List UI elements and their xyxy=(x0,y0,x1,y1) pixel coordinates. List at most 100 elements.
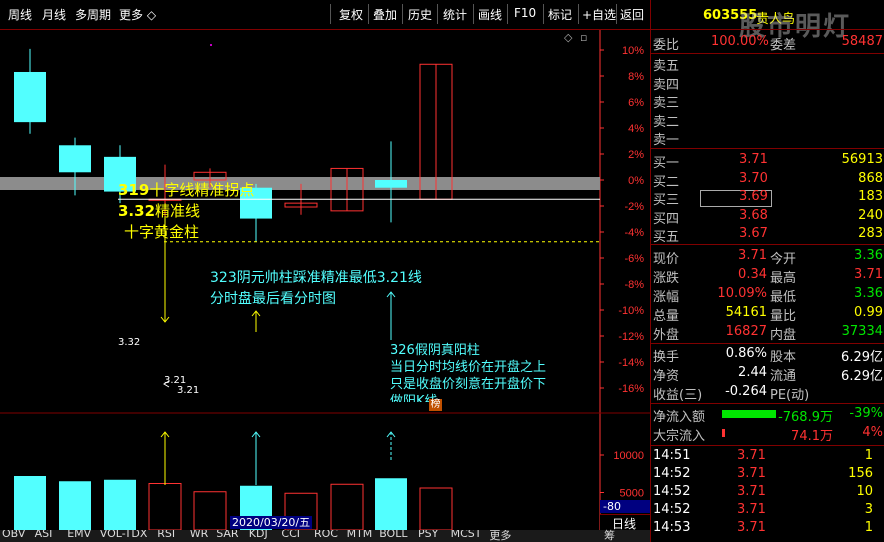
restore-rights-button[interactable]: 复权 xyxy=(339,6,363,23)
sell-level[interactable]: 卖二 xyxy=(651,111,884,130)
volume-bar xyxy=(193,491,227,531)
draw-line-button[interactable]: 画线 xyxy=(478,6,502,23)
buy-label: 买三 xyxy=(653,193,680,208)
indicator-tab[interactable]: EMV xyxy=(67,530,91,540)
rank-badge[interactable]: 榜 xyxy=(429,399,442,411)
sell-level[interactable]: 卖五 xyxy=(651,55,884,74)
indicator-tab[interactable]: RSI xyxy=(157,530,175,540)
stat-row[interactable]: 涨跌 0.34 最高 3.71 xyxy=(651,267,884,286)
tick-row[interactable]: 14:52 3.71 156 xyxy=(651,466,884,484)
indicator-tab[interactable]: CCI xyxy=(281,530,300,540)
flow-pct: -39% xyxy=(849,406,883,421)
tick-row[interactable]: 14:53 3.71 1 xyxy=(651,520,884,538)
back-button[interactable]: 返回 xyxy=(620,6,644,23)
sell-label: 卖五 xyxy=(653,59,680,74)
diamond-icon[interactable]: ◇ xyxy=(564,31,572,44)
sell-level[interactable]: 卖一 xyxy=(651,129,884,148)
indicator-tab[interactable]: SAR xyxy=(216,530,238,540)
tick-row[interactable]: 14:52 3.71 10 xyxy=(651,484,884,502)
fin-value: 0.86% xyxy=(725,346,767,361)
stat-value: 54161 xyxy=(725,305,767,320)
sell-label: 卖二 xyxy=(653,114,680,130)
buy-price: 3.68 xyxy=(739,207,768,223)
tab-weekly[interactable]: 周线 xyxy=(8,6,32,23)
indicator-tab[interactable]: WR xyxy=(190,530,209,540)
volume-bar xyxy=(59,481,91,530)
chevron-down-icon: ◇ xyxy=(143,8,157,22)
stat-value: 16827 xyxy=(725,324,767,339)
history-button[interactable]: 历史 xyxy=(408,6,432,23)
fin-row[interactable]: 净资 2.44 流通 6.29亿 xyxy=(651,365,884,384)
indicator-tab[interactable]: MTM xyxy=(347,530,373,540)
mark-button[interactable]: 标记 xyxy=(548,6,572,23)
tab-multi-period[interactable]: 多周期 xyxy=(75,6,111,23)
buy-level[interactable]: 买五 3.67 283 xyxy=(651,226,884,245)
f10-button[interactable]: F10 xyxy=(514,6,536,20)
indicator-tab[interactable]: VOL-TDX xyxy=(100,530,148,540)
daily-tab[interactable]: 日线 xyxy=(600,514,650,531)
annotation-323: 323阴元帅柱踩准精准最低3.21线 xyxy=(210,270,422,286)
weibi-value: 100.00% xyxy=(711,34,769,49)
chip-tab[interactable]: 筹 xyxy=(604,530,615,542)
buy-level[interactable]: 买三 3.69 183 xyxy=(651,189,884,208)
stat-label: 量比 xyxy=(770,309,797,324)
buy-price: 3.70 xyxy=(739,170,768,186)
sell-level[interactable]: 卖四 xyxy=(651,74,884,93)
flow-value: 74.1万 xyxy=(791,429,833,444)
stat-row[interactable]: 涨幅 10.09% 最低 3.36 xyxy=(651,286,884,305)
indicator-tab[interactable]: 更多 xyxy=(489,530,511,542)
fin-label: 股本 xyxy=(770,350,797,365)
tick-time: 14:51 xyxy=(653,448,691,463)
marker-dot xyxy=(210,44,212,46)
price-label-332: 3.32 xyxy=(118,337,141,348)
vol-tick-label: 5000 xyxy=(620,488,644,500)
indicator-tab[interactable]: MCST xyxy=(451,530,482,540)
stat-label: 最高 xyxy=(770,271,797,286)
tick-row[interactable]: 14:52 3.71 3 xyxy=(651,502,884,520)
candle-body xyxy=(14,71,46,123)
tick-price: 3.71 xyxy=(737,466,766,481)
flow-row[interactable]: 大宗流入 74.1万 4% xyxy=(651,425,884,444)
zero-band xyxy=(0,177,600,190)
sell-level[interactable]: 卖三 xyxy=(651,92,884,111)
indicator-tab[interactable]: ROC xyxy=(314,530,338,540)
stat-row[interactable]: 现价 3.71 今开 3.36 xyxy=(651,248,884,267)
block-inflow-bar xyxy=(722,429,725,437)
stat-row[interactable]: 外盘 16827 内盘 37334 xyxy=(651,324,884,343)
pct-tick-label: 0% xyxy=(628,175,644,187)
buy-volume: 183 xyxy=(858,189,883,204)
buy-level[interactable]: 买一 3.71 56913 xyxy=(651,152,884,171)
fin-row[interactable]: 收益(三) -0.264 PE(动) xyxy=(651,384,884,403)
statistics-button[interactable]: 统计 xyxy=(443,6,467,23)
indicator-tab[interactable]: BOLL xyxy=(379,530,407,540)
pct-tick-label: -14% xyxy=(618,357,644,369)
overlay-button[interactable]: 叠加 xyxy=(373,6,397,23)
indicator-tab[interactable]: KDJ xyxy=(249,530,268,540)
indicator-tab[interactable]: PSY xyxy=(418,530,438,540)
indicator-tab[interactable]: OBV xyxy=(2,530,25,540)
indicator-tab[interactable]: ASI xyxy=(35,530,53,540)
buy-price: 3.71 xyxy=(739,152,768,167)
fin-label: 收益(三) xyxy=(653,388,703,403)
fin-row[interactable]: 换手 0.86% 股本 6.29亿 xyxy=(651,346,884,365)
tick-row[interactable]: 14:51 3.71 1 xyxy=(651,448,884,466)
pct-tick-label: -16% xyxy=(618,383,644,395)
stat-row[interactable]: 总量 54161 量比 0.99 xyxy=(651,305,884,324)
crosshair-date-label: 2020/03/20/五 xyxy=(230,516,313,529)
volume-bar xyxy=(330,483,364,531)
tick-price: 3.71 xyxy=(737,520,766,535)
tab-monthly[interactable]: 月线 xyxy=(42,6,66,23)
window-icon[interactable]: ▫ xyxy=(580,31,587,44)
vol-tick-label: 10000 xyxy=(613,450,644,462)
pct-tick-label: 8% xyxy=(628,71,644,83)
buy-level[interactable]: 买二 3.70 868 xyxy=(651,170,884,190)
more-menu[interactable]: 更多 ◇ xyxy=(119,6,156,23)
tick-time: 14:52 xyxy=(653,502,691,517)
pct-tick-label: -12% xyxy=(618,331,644,343)
tick-volume: 156 xyxy=(848,466,873,481)
stat-value: 3.71 xyxy=(854,267,883,282)
sell-label: 卖三 xyxy=(653,96,680,111)
buy-level[interactable]: 买四 3.68 240 xyxy=(651,207,884,227)
fin-label: PE(动) xyxy=(770,388,810,403)
add-watchlist-button[interactable]: +自选 xyxy=(582,6,616,23)
